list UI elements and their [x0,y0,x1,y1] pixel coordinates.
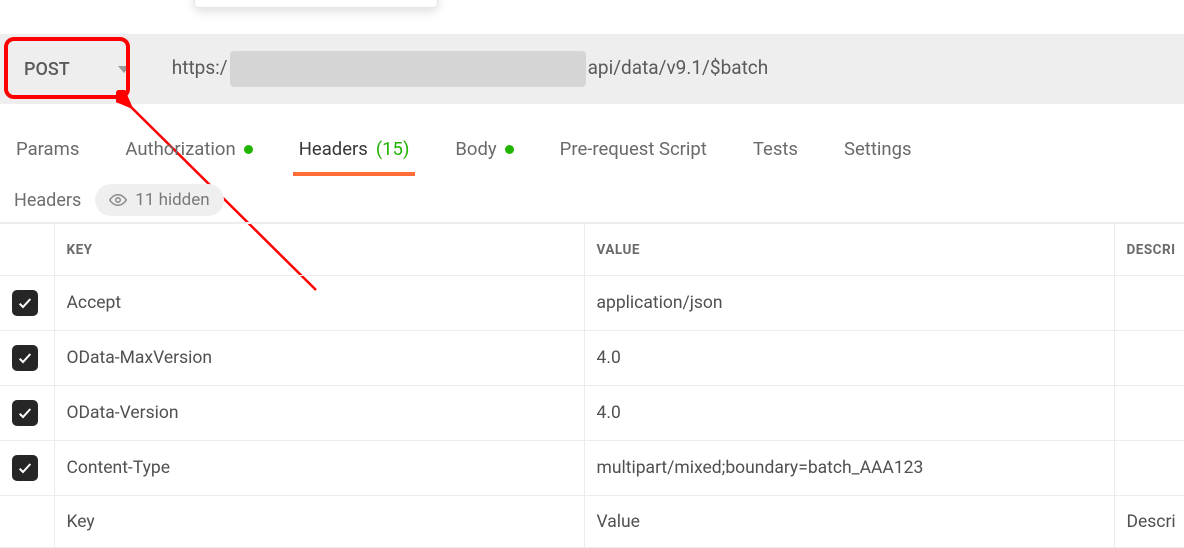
url-text: https:/api/data/v9.1/$batch [172,51,768,87]
cell-value[interactable]: 4.0 [584,331,1114,386]
cell-value-placeholder[interactable]: Value [584,496,1114,548]
table-header-row: KEY VALUE DESCRI [0,224,1184,276]
cell-key[interactable]: OData-MaxVersion [54,331,584,386]
table-row: OData-MaxVersion4.0 [0,331,1184,386]
cell-description[interactable] [1114,276,1184,331]
cell-value[interactable]: application/json [584,276,1114,331]
row-enable-checkbox[interactable] [12,290,38,316]
cell-checkbox [0,386,54,441]
check-icon [17,350,33,366]
table-row: OData-Version4.0 [0,386,1184,441]
cell-value[interactable]: multipart/mixed;boundary=batch_AAA123 [584,441,1114,496]
col-header-value: VALUE [584,224,1114,276]
http-method-select[interactable]: POST [0,41,152,97]
cell-key[interactable]: OData-Version [54,386,584,441]
headers-label: Headers [14,190,81,211]
cell-description-placeholder[interactable]: Descri [1114,496,1184,548]
check-icon [17,460,33,476]
tab-authorization[interactable]: Authorization [123,128,254,170]
check-icon [17,405,33,421]
tab-settings[interactable]: Settings [842,128,914,170]
cell-description[interactable] [1114,441,1184,496]
cell-key-placeholder[interactable]: Key [54,496,584,548]
chevron-down-icon [118,66,130,73]
cell-description[interactable] [1114,386,1184,441]
cell-key[interactable]: Content-Type [54,441,584,496]
cell-checkbox [0,441,54,496]
url-masked-segment [230,51,586,87]
table-row-new: KeyValueDescri [0,496,1184,548]
toggle-hidden-headers[interactable]: 11 hidden [95,184,223,216]
url-input[interactable]: https:/api/data/v9.1/$batch [152,34,1174,104]
cell-checkbox [0,331,54,386]
headers-table: KEY VALUE DESCRI Acceptapplication/jsonO… [0,222,1184,548]
status-dot-icon [244,145,253,154]
hidden-count-label: 11 hidden [135,190,209,210]
tab-params[interactable]: Params [14,128,81,170]
cell-checkbox [0,276,54,331]
cell-key[interactable]: Accept [54,276,584,331]
tab-tests[interactable]: Tests [751,128,800,170]
tab-body[interactable]: Body [453,128,515,170]
request-tabs: Params Authorization Headers (15) Body P… [14,128,1184,170]
eye-icon [109,193,127,207]
tab-headers[interactable]: Headers (15) [297,128,412,170]
cell-description[interactable] [1114,331,1184,386]
row-enable-checkbox[interactable] [12,400,38,426]
request-url-bar: POST https:/api/data/v9.1/$batch [0,34,1184,104]
http-method-label: POST [24,59,70,80]
cell-checkbox [0,496,54,548]
table-row: Content-Typemultipart/mixed;boundary=bat… [0,441,1184,496]
headers-subheader: Headers 11 hidden [14,184,224,216]
status-dot-icon [505,145,514,154]
set-as-variable-menu-item[interactable]: Set as variable [194,0,438,8]
tab-pre-request-script[interactable]: Pre-request Script [558,128,709,170]
cell-value[interactable]: 4.0 [584,386,1114,441]
col-header-key: KEY [54,224,584,276]
table-row: Acceptapplication/json [0,276,1184,331]
check-icon [17,295,33,311]
col-header-checkbox [0,224,54,276]
headers-count: (15) [376,138,410,160]
row-enable-checkbox[interactable] [12,345,38,371]
row-enable-checkbox[interactable] [12,455,38,481]
col-header-description: DESCRI [1114,224,1184,276]
